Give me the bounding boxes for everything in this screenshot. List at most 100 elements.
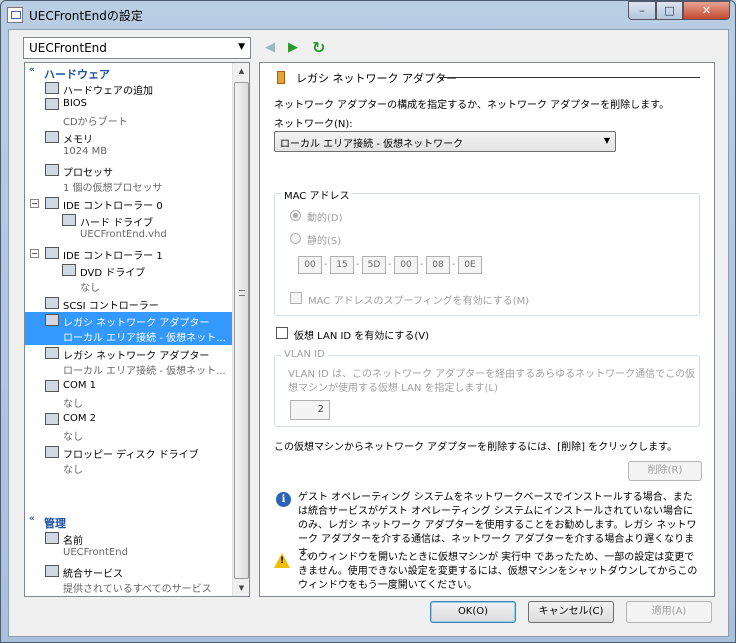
settings-app-icon: [7, 7, 23, 23]
vlan-id-input[interactable]: 2: [290, 400, 330, 420]
warning-text: このウィンドウを開いたときに仮想マシンが 実行中 であったため、一部の設定は変更…: [298, 552, 698, 591]
hardware-item-detail: なし: [63, 432, 83, 443]
mac-separator: -: [324, 259, 328, 270]
mac-spoofing-checkbox[interactable]: [290, 292, 302, 304]
back-arrow-icon[interactable]: ◀: [265, 40, 275, 55]
network-adapter-icon: [45, 314, 59, 326]
hardware-item[interactable]: DVD ドライブ なし: [25, 262, 233, 295]
integration-services-icon: [45, 565, 59, 577]
remove-button[interactable]: 削除(R): [628, 461, 702, 481]
mac-octet-field[interactable]: 00: [298, 256, 322, 274]
close-button[interactable]: ✕: [683, 1, 730, 20]
hardware-item[interactable]: COM 2 なし: [25, 411, 233, 444]
scroll-up-arrow-icon[interactable]: ▲: [234, 63, 249, 79]
hardware-item-label: BIOS: [63, 98, 88, 109]
hardware-item[interactable]: COM 1 なし: [25, 378, 233, 411]
hardware-item-detail: ローカル エリア接続 - 仮想ネット...: [63, 366, 226, 377]
hardware-item-label: ハード ドライブ: [80, 218, 154, 229]
dynamic-mac-radio[interactable]: [290, 210, 301, 221]
hardware-item-label: COM 2: [63, 413, 97, 424]
scroll-down-arrow-icon[interactable]: ▼: [234, 580, 249, 596]
hardware-item[interactable]: BIOS CDからブート: [25, 96, 233, 129]
hardware-item-detail: CDからブート: [63, 117, 128, 128]
management-item[interactable]: 統合サービス提供されているすべてのサービス: [25, 563, 233, 596]
enable-vlan-label: 仮想 LAN ID を有効にする(V): [294, 331, 430, 342]
hardware-item-detail: 1 個の仮想プロセッサ: [63, 183, 163, 194]
hardware-item-label: メモリ: [63, 135, 93, 146]
mac-octet-field[interactable]: 0E: [458, 256, 482, 274]
floppy-drive-icon: [45, 446, 59, 458]
network-adapter-icon: [45, 347, 59, 359]
scrollbar-thumb[interactable]: [234, 82, 249, 579]
remove-description: この仮想マシンからネットワーク アダプターを削除するには、[削除] をクリックし…: [274, 442, 678, 453]
mac-octet-field[interactable]: 5D: [362, 256, 386, 274]
refresh-icon[interactable]: ↻: [312, 38, 325, 57]
memory-icon: [45, 131, 59, 143]
management-item[interactable]: スナップショット ファイルの場所C:¥ProgramData¥Microsoft…: [25, 596, 233, 597]
add-hardware-icon: [45, 82, 59, 94]
name-icon: [45, 532, 59, 544]
collapse-toggle-icon[interactable]: −: [30, 249, 39, 258]
hardware-item[interactable]: プロセッサ 1 個の仮想プロセッサ: [25, 162, 233, 195]
hardware-item[interactable]: ハード ドライブ UECFrontEnd.vhd: [25, 212, 233, 245]
hardware-item-label: ハードウェアの追加: [63, 86, 153, 97]
vm-selector-value: UECFrontEnd: [29, 41, 107, 55]
static-mac-label: 静的(S): [307, 236, 342, 247]
mac-octet-field[interactable]: 08: [426, 256, 450, 274]
dvd-drive-icon: [62, 264, 76, 276]
panel-description: ネットワーク アダプターの構成を指定するか、ネットワーク アダプターを削除します…: [274, 100, 670, 111]
panel-title: レガシ ネットワーク アダプター: [296, 72, 457, 85]
hardware-item[interactable]: レガシ ネットワーク アダプター ローカル エリア接続 - 仮想ネット...: [25, 312, 233, 345]
mac-separator: -: [356, 259, 360, 270]
hardware-item[interactable]: フロッピー ディスク ドライブ なし: [25, 444, 233, 477]
com-port-icon: [45, 413, 59, 425]
hardware-item-label: レガシ ネットワーク アダプター: [63, 318, 210, 329]
hardware-item-label: DVD ドライブ: [80, 268, 146, 279]
hardware-section-header[interactable]: « ハードウェア: [26, 65, 233, 81]
dynamic-mac-label: 動的(D): [307, 213, 343, 224]
com-port-icon: [45, 380, 59, 392]
hardware-item[interactable]: レガシ ネットワーク アダプター ローカル エリア接続 - 仮想ネット...: [25, 345, 233, 378]
hardware-item-detail: なし: [80, 283, 100, 294]
management-item-detail: 提供されているすべてのサービス: [63, 584, 212, 595]
maximize-button[interactable]: □: [656, 1, 683, 20]
hardware-item-label: IDE コントローラー 1: [63, 251, 163, 262]
forward-arrow-icon[interactable]: ▶: [288, 40, 298, 55]
network-adapter-icon: [277, 71, 285, 84]
minimize-button[interactable]: –: [628, 1, 656, 20]
management-section-header[interactable]: « 管理: [26, 514, 233, 530]
settings-window: UECFrontEndの設定 – □ ✕ UECFrontEnd ▼ ◀ ▶ ↻…: [0, 0, 736, 643]
hardware-item-detail: なし: [63, 465, 83, 476]
cancel-button[interactable]: キャンセル(C): [528, 601, 614, 623]
hardware-item-label: IDE コントローラー 0: [63, 201, 163, 212]
collapse-chevron-icon: «: [29, 65, 35, 75]
hardware-item[interactable]: メモリ 1024 MB: [25, 129, 233, 162]
collapse-toggle-icon[interactable]: −: [30, 199, 39, 208]
mac-separator: -: [452, 259, 456, 270]
ide-controller-icon: [45, 247, 59, 259]
window-title: UECFrontEndの設定: [29, 9, 143, 23]
enable-vlan-checkbox[interactable]: [276, 327, 288, 339]
static-mac-radio[interactable]: [290, 233, 301, 244]
vm-selector-dropdown[interactable]: UECFrontEnd ▼: [23, 37, 251, 59]
title-bar[interactable]: UECFrontEndの設定 – □ ✕: [1, 1, 735, 29]
dropdown-arrow-icon: ▼: [238, 42, 245, 52]
management-item[interactable]: 名前 UECFrontEnd: [25, 530, 233, 563]
mac-octet-field[interactable]: 00: [394, 256, 418, 274]
network-dropdown[interactable]: ローカル エリア接続 - 仮想ネットワーク ▼: [274, 131, 616, 152]
title-divider: [440, 77, 700, 78]
hardware-item-detail: なし: [63, 399, 83, 410]
management-item-label: 統合サービス: [63, 569, 123, 580]
scsi-controller-icon: [45, 297, 59, 309]
vlan-description: VLAN ID は、このネットワーク アダプターを経由するあらゆるネットワーク通…: [288, 369, 696, 394]
ok-button[interactable]: OK(O): [430, 601, 516, 623]
hardware-item-label: フロッピー ディスク ドライブ: [63, 450, 199, 461]
dropdown-arrow-icon: ▼: [603, 136, 610, 145]
management-item-detail: UECFrontEnd: [63, 547, 128, 558]
apply-button[interactable]: 適用(A): [626, 601, 712, 623]
tree-scrollbar[interactable]: ▲ ▼: [232, 63, 249, 596]
hardware-item-label: SCSI コントローラー: [63, 301, 159, 312]
management-item-label: 名前: [63, 536, 83, 547]
mac-octet-field[interactable]: 15: [330, 256, 354, 274]
management-section-label: 管理: [44, 517, 66, 530]
